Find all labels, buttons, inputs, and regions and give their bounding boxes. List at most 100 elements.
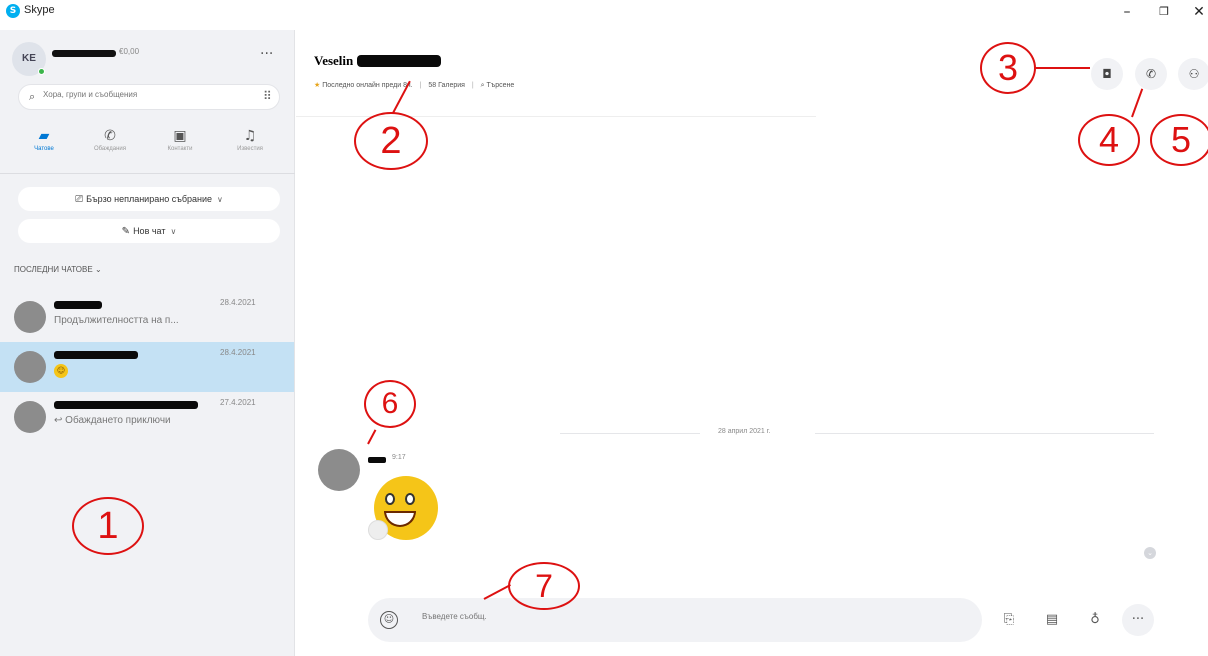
scroll-down-icon[interactable]: ⌄ bbox=[1144, 547, 1156, 559]
compose-icon: ✎ bbox=[121, 226, 131, 237]
contact-card-icon[interactable]: ▤ bbox=[1037, 608, 1067, 632]
audio-call-button[interactable]: ✆ bbox=[1135, 58, 1167, 90]
add-people-button[interactable]: ⚇ bbox=[1178, 58, 1208, 90]
minimize-button[interactable]: – bbox=[1112, 2, 1142, 22]
avatar bbox=[14, 301, 46, 333]
skype-window: S Skype – ❐ ✕ KE €0,00 ··· ⌕ ⠿ ▰ Чатове … bbox=[0, 0, 1208, 656]
message-input[interactable] bbox=[422, 612, 942, 621]
call-ended-icon: ↩ bbox=[54, 415, 66, 426]
search-box[interactable]: ⌕ ⠿ bbox=[18, 84, 280, 110]
chat-name-redacted bbox=[54, 401, 198, 409]
recent-chats-label: ПОСЛЕДНИ ЧАТОВЕ bbox=[14, 265, 93, 274]
phone-icon: ✆ bbox=[104, 128, 116, 144]
tab-label: Известия bbox=[237, 146, 263, 152]
search-icon: ⌕ bbox=[480, 82, 485, 89]
nav-tabs: ▰ Чатове ✆ Обаждания ▣ Контакти ♫ Извест… bbox=[14, 126, 288, 166]
chat-list-item[interactable]: 28.4.2021 Продължителността на п... bbox=[0, 292, 294, 342]
chat-name-redacted bbox=[54, 351, 138, 359]
chevron-down-icon: ∨ bbox=[170, 227, 177, 236]
more-icon[interactable]: ··· bbox=[1122, 604, 1154, 636]
annotation-marker: 7 bbox=[508, 562, 580, 610]
annotation-marker: 1 bbox=[72, 497, 144, 555]
annotation-marker: 6 bbox=[364, 380, 416, 428]
bell-icon: ♫ bbox=[243, 128, 257, 144]
chat-preview: ↩ Обаждането приключи bbox=[54, 415, 171, 426]
divider bbox=[815, 433, 1154, 434]
annotation-number: 1 bbox=[97, 505, 119, 547]
chat-date: 28.4.2021 bbox=[220, 298, 256, 307]
annotation-number: 4 bbox=[1098, 119, 1120, 160]
contact-name-redacted bbox=[357, 54, 442, 67]
search-icon: ⌕ bbox=[29, 90, 36, 103]
message-sender-redacted bbox=[368, 457, 386, 463]
divider: | bbox=[419, 82, 422, 89]
profile-balance: €0,00 bbox=[119, 47, 140, 56]
last-seen-status: Последно онлайн преди 8ч. bbox=[322, 82, 413, 89]
tab-notifications[interactable]: ♫ Известия bbox=[220, 126, 280, 166]
chevron-down-icon: ∨ bbox=[217, 195, 223, 204]
microphone-icon[interactable]: ♁ bbox=[1080, 608, 1110, 632]
emoji-picker-icon[interactable]: ☺ bbox=[380, 611, 398, 629]
tab-calls[interactable]: ✆ Обаждания bbox=[80, 126, 140, 166]
chat-date: 28.4.2021 bbox=[220, 348, 256, 357]
chat-list-item[interactable]: 28.4.2021 ☺ bbox=[0, 342, 294, 392]
conversation-pane: Veselin ★ Последно онлайн преди 8ч. | 58… bbox=[296, 30, 1208, 656]
chat-name-redacted bbox=[54, 301, 102, 309]
divider bbox=[560, 433, 700, 434]
search-label: Търсене bbox=[486, 82, 515, 89]
maximize-button[interactable]: ❐ bbox=[1149, 2, 1179, 22]
contact-name[interactable]: Veselin bbox=[314, 53, 353, 68]
annotation-number: 5 bbox=[1170, 119, 1192, 160]
profile-header[interactable]: KE €0,00 ··· bbox=[12, 42, 292, 78]
tab-label: Обаждания bbox=[93, 146, 127, 152]
more-icon[interactable]: ··· bbox=[260, 46, 273, 62]
audio-call-icon: ✆ bbox=[1145, 67, 1157, 81]
profile-name-redacted[interactable] bbox=[52, 50, 116, 57]
annotation-number: 7 bbox=[535, 568, 553, 604]
emoji-eye bbox=[385, 493, 395, 505]
date-separator: 28 април 2021 г. bbox=[560, 428, 1154, 440]
emoji-hand bbox=[368, 520, 388, 540]
divider: | bbox=[471, 82, 474, 89]
video-meeting-icon: ⎚ bbox=[75, 194, 84, 205]
contact-header[interactable]: Veselin bbox=[314, 52, 442, 68]
avatar bbox=[14, 351, 46, 383]
divider bbox=[0, 173, 295, 174]
tab-chats[interactable]: ▰ Чатове bbox=[14, 126, 74, 166]
annotation-number: 3 bbox=[997, 47, 1019, 88]
annotation-pointer bbox=[1036, 67, 1090, 69]
tab-label: Контакти bbox=[167, 146, 193, 152]
star-icon[interactable]: ★ bbox=[314, 82, 320, 89]
meet-now-button[interactable]: ⎚ Бързо неплани­рано събрание ∨ bbox=[18, 187, 280, 211]
dialpad-icon[interactable]: ⠿ bbox=[263, 89, 272, 103]
annotation-marker: 4 bbox=[1078, 114, 1140, 166]
skype-logo-icon: S bbox=[6, 4, 20, 18]
sidebar: KE €0,00 ··· ⌕ ⠿ ▰ Чатове ✆ Обаждания ▣ … bbox=[0, 30, 295, 656]
avatar bbox=[14, 401, 46, 433]
annotation-marker: 3 bbox=[980, 42, 1036, 94]
chat-preview-text: Обаждането приключи bbox=[65, 415, 171, 426]
contact-status-bar: ★ Последно онлайн преди 8ч. | 58 Галерия… bbox=[314, 81, 514, 90]
emoji-eye bbox=[405, 493, 415, 505]
laugh-emoji-icon: ☺ bbox=[54, 364, 68, 378]
search-link[interactable]: ⌕ Търсене bbox=[481, 82, 515, 89]
gallery-icon[interactable]: ⎘ bbox=[994, 608, 1024, 632]
avatar[interactable] bbox=[318, 449, 360, 491]
title-bar: S Skype – ❐ ✕ bbox=[0, 0, 1208, 30]
chat-list-item[interactable]: 27.4.2021 ↩ Обаждането приключи bbox=[0, 392, 294, 442]
gallery-link[interactable]: 58 Галерия bbox=[428, 82, 465, 89]
close-button[interactable]: ✕ bbox=[1184, 2, 1208, 22]
chat-icon: ▰ bbox=[38, 128, 50, 144]
recent-chats-header[interactable]: ПОСЛЕДНИ ЧАТОВЕ ⌄ bbox=[14, 265, 102, 274]
new-chat-button[interactable]: ✎ Нов чат ∨ bbox=[18, 219, 280, 243]
search-input[interactable] bbox=[43, 90, 243, 99]
chat-date: 27.4.2021 bbox=[220, 398, 256, 407]
message-time: 9:17 bbox=[392, 454, 406, 461]
add-people-icon: ⚇ bbox=[1188, 67, 1200, 81]
contacts-icon: ▣ bbox=[173, 128, 187, 144]
date-separator-text: 28 април 2021 г. bbox=[718, 428, 771, 435]
video-call-button[interactable]: ◘ bbox=[1091, 58, 1123, 90]
laughing-smiley-emoji-icon[interactable] bbox=[368, 476, 440, 542]
annotation-marker: 2 bbox=[354, 112, 428, 170]
tab-contacts[interactable]: ▣ Контакти bbox=[150, 126, 210, 166]
